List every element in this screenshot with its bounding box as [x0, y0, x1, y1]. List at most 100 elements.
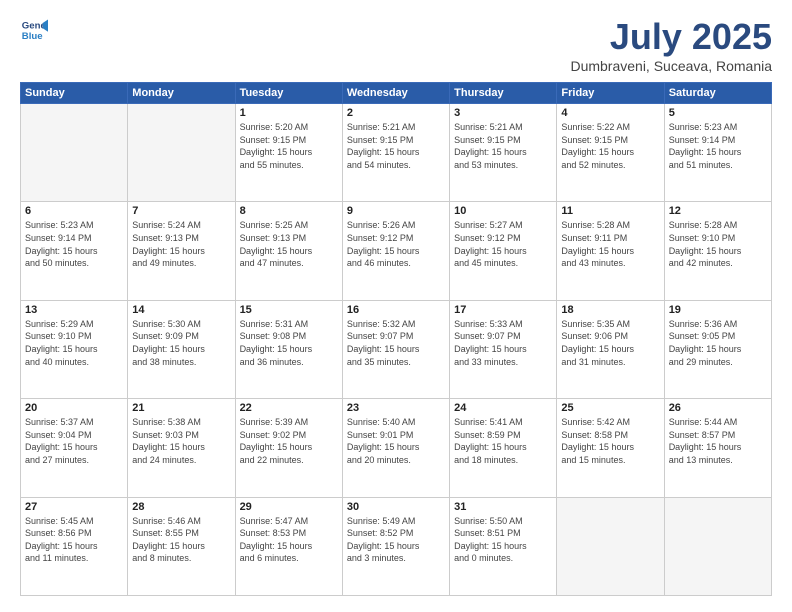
day-cell-4-2: 29 Sunrise: 5:47 AM Sunset: 8:53 PM Dayl…: [235, 497, 342, 595]
sunrise-label: Sunrise: 5:25 AM: [240, 220, 309, 230]
day-cell-4-4: 31 Sunrise: 5:50 AM Sunset: 8:51 PM Dayl…: [450, 497, 557, 595]
daylight-minutes: and 11 minutes.: [25, 553, 88, 563]
week-row-4: 20 Sunrise: 5:37 AM Sunset: 9:04 PM Dayl…: [21, 399, 772, 497]
col-monday: Monday: [128, 83, 235, 104]
day-number: 22: [240, 402, 338, 414]
daylight-label: Daylight: 15 hours: [561, 147, 634, 157]
sunset-label: Sunset: 8:59 PM: [454, 430, 521, 440]
day-number: 29: [240, 501, 338, 513]
sunset-label: Sunset: 9:09 PM: [132, 331, 199, 341]
daylight-minutes: and 31 minutes.: [561, 357, 625, 367]
main-title: July 2025: [570, 16, 772, 58]
sunrise-label: Sunrise: 5:41 AM: [454, 417, 523, 427]
day-number: 18: [561, 304, 659, 316]
sunset-label: Sunset: 8:56 PM: [25, 528, 92, 538]
sunrise-label: Sunrise: 5:49 AM: [347, 516, 416, 526]
day-cell-3-4: 24 Sunrise: 5:41 AM Sunset: 8:59 PM Dayl…: [450, 399, 557, 497]
day-detail: Sunrise: 5:50 AM Sunset: 8:51 PM Dayligh…: [454, 515, 552, 565]
daylight-minutes: and 20 minutes.: [347, 455, 411, 465]
daylight-minutes: and 13 minutes.: [669, 455, 733, 465]
day-cell-0-5: 4 Sunrise: 5:22 AM Sunset: 9:15 PM Dayli…: [557, 104, 664, 202]
sunset-label: Sunset: 9:01 PM: [347, 430, 414, 440]
day-detail: Sunrise: 5:35 AM Sunset: 9:06 PM Dayligh…: [561, 318, 659, 368]
sunrise-label: Sunrise: 5:44 AM: [669, 417, 738, 427]
daylight-label: Daylight: 15 hours: [669, 442, 742, 452]
day-detail: Sunrise: 5:23 AM Sunset: 9:14 PM Dayligh…: [669, 121, 767, 171]
daylight-label: Daylight: 15 hours: [669, 147, 742, 157]
sunrise-label: Sunrise: 5:23 AM: [25, 220, 94, 230]
day-cell-3-0: 20 Sunrise: 5:37 AM Sunset: 9:04 PM Dayl…: [21, 399, 128, 497]
day-number: 14: [132, 304, 230, 316]
daylight-minutes: and 46 minutes.: [347, 258, 411, 268]
daylight-minutes: and 38 minutes.: [132, 357, 196, 367]
day-cell-3-5: 25 Sunrise: 5:42 AM Sunset: 8:58 PM Dayl…: [557, 399, 664, 497]
day-cell-2-1: 14 Sunrise: 5:30 AM Sunset: 9:09 PM Dayl…: [128, 300, 235, 398]
day-number: 1: [240, 107, 338, 119]
daylight-minutes: and 6 minutes.: [240, 553, 299, 563]
daylight-minutes: and 8 minutes.: [132, 553, 191, 563]
sunrise-label: Sunrise: 5:28 AM: [669, 220, 738, 230]
daylight-label: Daylight: 15 hours: [25, 442, 98, 452]
sunset-label: Sunset: 9:07 PM: [454, 331, 521, 341]
sunset-label: Sunset: 9:14 PM: [25, 233, 92, 243]
day-number: 27: [25, 501, 123, 513]
day-cell-1-2: 8 Sunrise: 5:25 AM Sunset: 9:13 PM Dayli…: [235, 202, 342, 300]
sunset-label: Sunset: 9:12 PM: [347, 233, 414, 243]
day-cell-3-3: 23 Sunrise: 5:40 AM Sunset: 9:01 PM Dayl…: [342, 399, 449, 497]
svg-text:Blue: Blue: [22, 31, 43, 42]
day-number: 23: [347, 402, 445, 414]
sunrise-label: Sunrise: 5:32 AM: [347, 319, 416, 329]
day-number: 16: [347, 304, 445, 316]
sunrise-label: Sunrise: 5:29 AM: [25, 319, 94, 329]
day-detail: Sunrise: 5:21 AM Sunset: 9:15 PM Dayligh…: [347, 121, 445, 171]
day-detail: Sunrise: 5:24 AM Sunset: 9:13 PM Dayligh…: [132, 219, 230, 269]
day-number: 17: [454, 304, 552, 316]
day-detail: Sunrise: 5:45 AM Sunset: 8:56 PM Dayligh…: [25, 515, 123, 565]
daylight-label: Daylight: 15 hours: [347, 246, 420, 256]
day-number: 15: [240, 304, 338, 316]
day-number: 19: [669, 304, 767, 316]
daylight-label: Daylight: 15 hours: [132, 442, 205, 452]
day-detail: Sunrise: 5:23 AM Sunset: 9:14 PM Dayligh…: [25, 219, 123, 269]
week-row-5: 27 Sunrise: 5:45 AM Sunset: 8:56 PM Dayl…: [21, 497, 772, 595]
daylight-label: Daylight: 15 hours: [132, 344, 205, 354]
daylight-minutes: and 42 minutes.: [669, 258, 733, 268]
daylight-minutes: and 27 minutes.: [25, 455, 89, 465]
sunset-label: Sunset: 9:06 PM: [561, 331, 628, 341]
sunset-label: Sunset: 8:53 PM: [240, 528, 307, 538]
sunrise-label: Sunrise: 5:33 AM: [454, 319, 523, 329]
sunrise-label: Sunrise: 5:37 AM: [25, 417, 94, 427]
sunset-label: Sunset: 9:15 PM: [347, 135, 414, 145]
sunset-label: Sunset: 9:14 PM: [669, 135, 736, 145]
daylight-label: Daylight: 15 hours: [454, 541, 527, 551]
day-number: 30: [347, 501, 445, 513]
day-detail: Sunrise: 5:28 AM Sunset: 9:10 PM Dayligh…: [669, 219, 767, 269]
day-number: 4: [561, 107, 659, 119]
daylight-label: Daylight: 15 hours: [454, 147, 527, 157]
day-number: 13: [25, 304, 123, 316]
day-detail: Sunrise: 5:38 AM Sunset: 9:03 PM Dayligh…: [132, 416, 230, 466]
daylight-minutes: and 50 minutes.: [25, 258, 89, 268]
sunrise-label: Sunrise: 5:36 AM: [669, 319, 738, 329]
day-cell-2-6: 19 Sunrise: 5:36 AM Sunset: 9:05 PM Dayl…: [664, 300, 771, 398]
daylight-label: Daylight: 15 hours: [561, 344, 634, 354]
daylight-label: Daylight: 15 hours: [240, 246, 313, 256]
day-number: 9: [347, 205, 445, 217]
daylight-label: Daylight: 15 hours: [347, 147, 420, 157]
calendar-table: Sunday Monday Tuesday Wednesday Thursday…: [20, 82, 772, 596]
day-cell-2-2: 15 Sunrise: 5:31 AM Sunset: 9:08 PM Dayl…: [235, 300, 342, 398]
daylight-minutes: and 18 minutes.: [454, 455, 518, 465]
day-cell-2-4: 17 Sunrise: 5:33 AM Sunset: 9:07 PM Dayl…: [450, 300, 557, 398]
day-cell-0-3: 2 Sunrise: 5:21 AM Sunset: 9:15 PM Dayli…: [342, 104, 449, 202]
daylight-label: Daylight: 15 hours: [240, 442, 313, 452]
page: General Blue July 2025 Dumbraveni, Sucea…: [0, 0, 792, 612]
day-cell-0-4: 3 Sunrise: 5:21 AM Sunset: 9:15 PM Dayli…: [450, 104, 557, 202]
sunset-label: Sunset: 9:15 PM: [454, 135, 521, 145]
daylight-minutes: and 22 minutes.: [240, 455, 304, 465]
sunrise-label: Sunrise: 5:30 AM: [132, 319, 201, 329]
col-thursday: Thursday: [450, 83, 557, 104]
sunrise-label: Sunrise: 5:28 AM: [561, 220, 630, 230]
calendar-header-row: Sunday Monday Tuesday Wednesday Thursday…: [21, 83, 772, 104]
day-cell-1-1: 7 Sunrise: 5:24 AM Sunset: 9:13 PM Dayli…: [128, 202, 235, 300]
daylight-label: Daylight: 15 hours: [25, 344, 98, 354]
